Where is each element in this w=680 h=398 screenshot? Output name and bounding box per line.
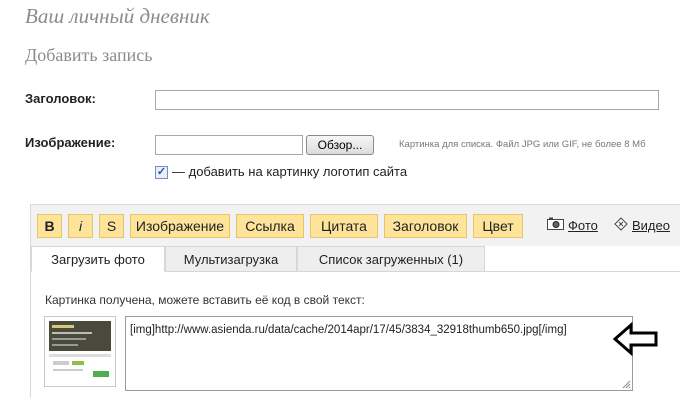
- browse-button[interactable]: Обзор...: [306, 135, 374, 155]
- editor-toolbar: B i S Изображение Ссылка Цитата Заголово…: [31, 205, 680, 247]
- title-label: Заголовок:: [25, 91, 96, 106]
- image-code-textarea[interactable]: [img]http://www.asienda.ru/data/cache/20…: [125, 316, 633, 391]
- italic-button[interactable]: i: [68, 214, 93, 238]
- video-link-label: Видео: [632, 218, 670, 233]
- link-button[interactable]: Ссылка: [236, 214, 304, 238]
- heading-button[interactable]: Заголовок: [384, 214, 467, 238]
- arrow-left-icon: [613, 322, 658, 356]
- quote-button[interactable]: Цитата: [310, 214, 378, 238]
- logo-checkbox-label: — добавить на картинку логотип сайта: [172, 164, 408, 179]
- title-input[interactable]: [155, 90, 659, 110]
- color-button[interactable]: Цвет: [473, 214, 523, 238]
- resize-grip-icon[interactable]: [622, 380, 631, 389]
- video-icon: [614, 217, 628, 234]
- uploaded-thumbnail[interactable]: [44, 316, 116, 387]
- upload-tabs: Загрузить фото Мультизагрузка Список заг…: [31, 246, 680, 272]
- section-title: Добавить запись: [25, 45, 153, 65]
- tab-divider: [165, 271, 680, 272]
- checkmark-icon: ✓: [156, 166, 167, 178]
- file-path-input[interactable]: [155, 135, 303, 155]
- page-title: Ваш личный дневник: [25, 4, 210, 28]
- tab-uploaded-list[interactable]: Список загруженных (1): [297, 246, 485, 272]
- photo-link-label: Фото: [568, 217, 598, 233]
- tab-multiupload[interactable]: Мультизагрузка: [165, 246, 297, 272]
- bold-button[interactable]: B: [37, 214, 62, 238]
- image-code-text: [img]http://www.asienda.ru/data/cache/20…: [130, 324, 567, 336]
- image-hint: Картинка для списка. Файл JPG или GIF, н…: [399, 139, 646, 150]
- camera-icon: [547, 217, 564, 233]
- image-button[interactable]: Изображение: [130, 214, 230, 238]
- image-label: Изображение:: [25, 135, 116, 150]
- photo-link[interactable]: Фото: [547, 217, 598, 233]
- logo-checkbox[interactable]: ✓: [155, 166, 168, 179]
- upload-status-text: Картинка получена, можете вставить её ко…: [45, 293, 365, 307]
- tab-upload-photo[interactable]: Загрузить фото: [31, 246, 165, 272]
- video-link[interactable]: Видео: [614, 217, 670, 234]
- strike-button[interactable]: S: [99, 214, 124, 238]
